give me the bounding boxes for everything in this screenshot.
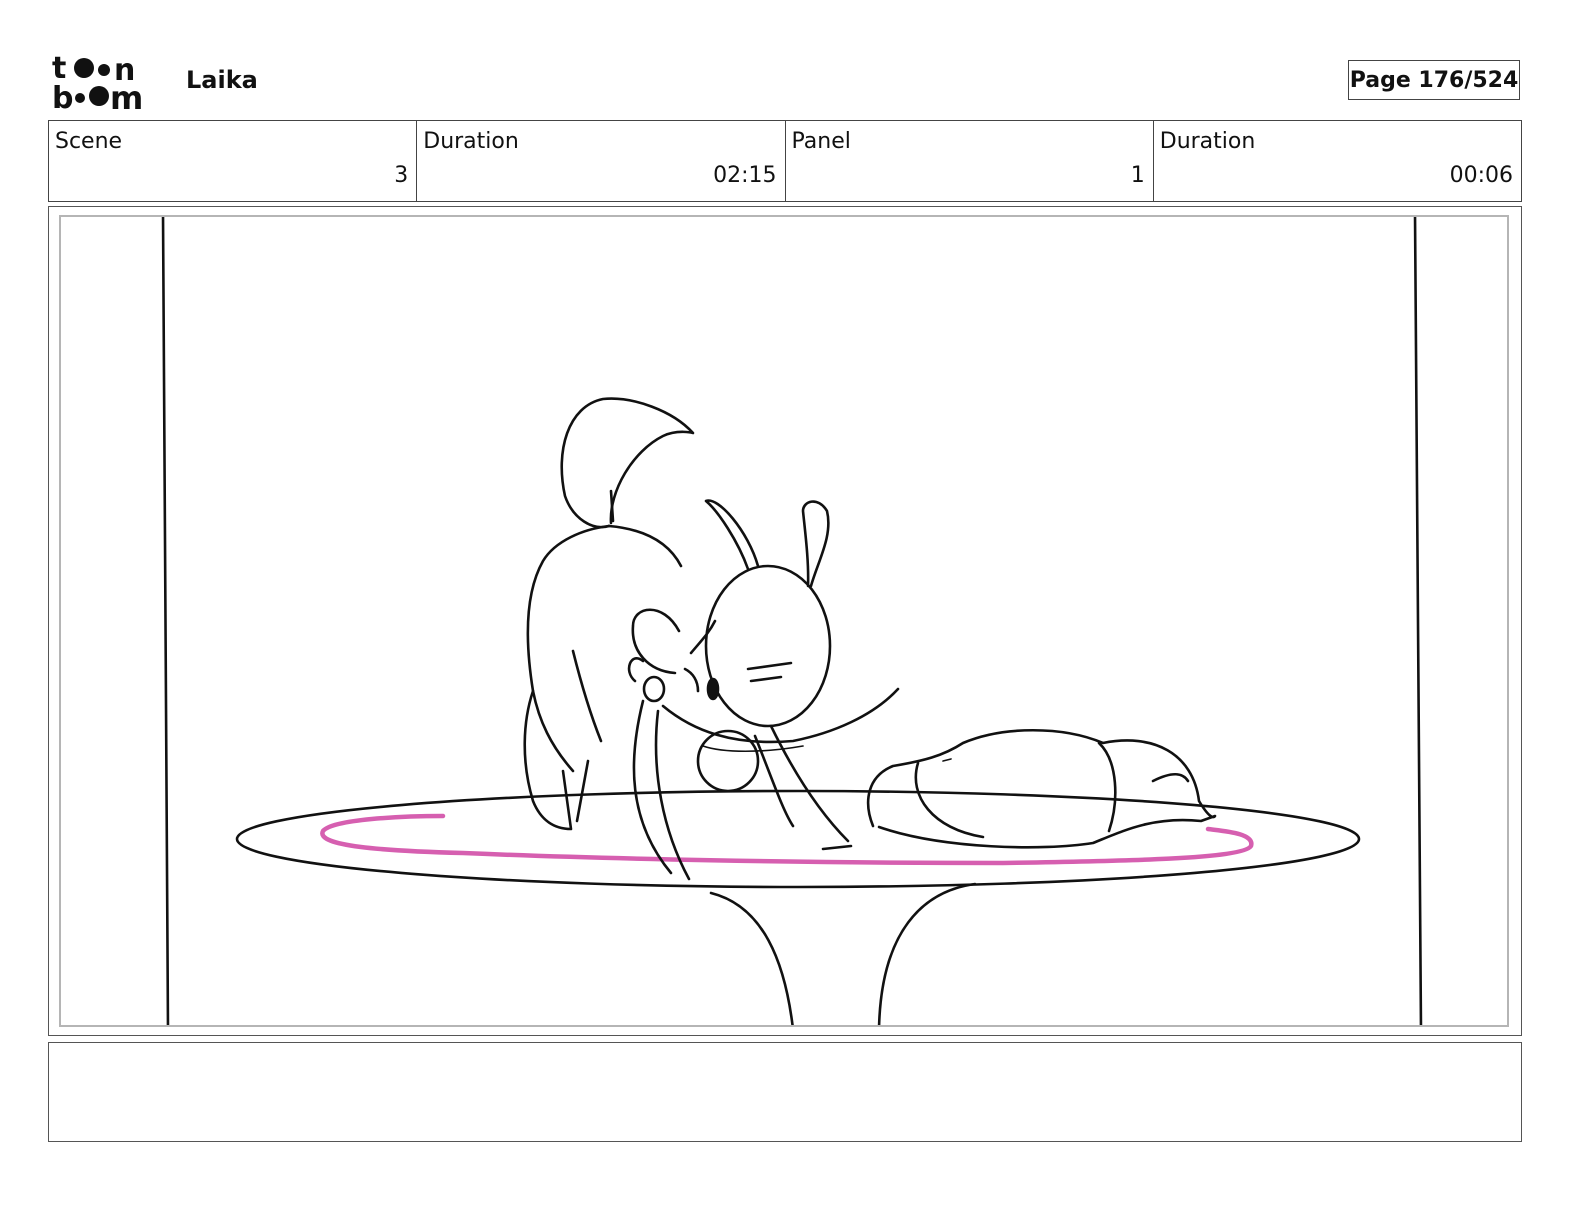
svg-text:m: m bbox=[110, 79, 143, 112]
dog-tail bbox=[560, 397, 695, 529]
dog-front-leg-left bbox=[632, 699, 673, 875]
toonboom-logo: t n b m bbox=[52, 51, 162, 117]
panel-label: Panel bbox=[791, 129, 851, 154]
page-counter: Page 176/524 bbox=[1348, 60, 1520, 100]
dog-ear-left bbox=[704, 499, 760, 571]
table-leg-right bbox=[877, 882, 977, 1025]
right-safe-line bbox=[1413, 217, 1423, 1025]
panel-frame bbox=[48, 206, 1522, 1036]
dog-motion-arc bbox=[661, 687, 900, 744]
scene-duration-cell: Duration 02:15 bbox=[417, 121, 786, 201]
dog-front-leg-right bbox=[769, 724, 850, 843]
scene-value: 3 bbox=[394, 163, 409, 188]
panel-duration-label: Duration bbox=[1159, 129, 1256, 154]
scene-duration-value: 02:15 bbox=[713, 163, 777, 188]
storyboard-sketch bbox=[161, 217, 1423, 1025]
panel-duration-value: 00:06 bbox=[1449, 163, 1513, 188]
dog-ear-right bbox=[801, 500, 830, 588]
panel-value: 1 bbox=[1130, 163, 1145, 188]
panel-cell: Panel 1 bbox=[786, 121, 1154, 201]
left-safe-line bbox=[161, 217, 170, 1025]
scene-cell: Scene 3 bbox=[49, 121, 418, 201]
svg-text:b: b bbox=[52, 81, 73, 112]
info-bar: Scene 3 Duration 02:15 Panel 1 Duration … bbox=[48, 120, 1522, 202]
dog-back bbox=[526, 524, 611, 773]
food-dish bbox=[866, 729, 1217, 849]
panel-image bbox=[59, 215, 1509, 1027]
panel-notes-box[interactable] bbox=[48, 1042, 1522, 1142]
dog-collar bbox=[696, 729, 760, 793]
scene-label: Scene bbox=[55, 129, 123, 154]
panel-duration-cell: Duration 00:06 bbox=[1154, 121, 1521, 201]
project-title: Laika bbox=[186, 66, 258, 94]
dog-head bbox=[704, 564, 832, 728]
scene-duration-label: Duration bbox=[423, 129, 519, 154]
logo-graphic: t n b m bbox=[52, 51, 143, 117]
table-top bbox=[235, 789, 1361, 889]
table-leg-left bbox=[709, 891, 794, 1025]
